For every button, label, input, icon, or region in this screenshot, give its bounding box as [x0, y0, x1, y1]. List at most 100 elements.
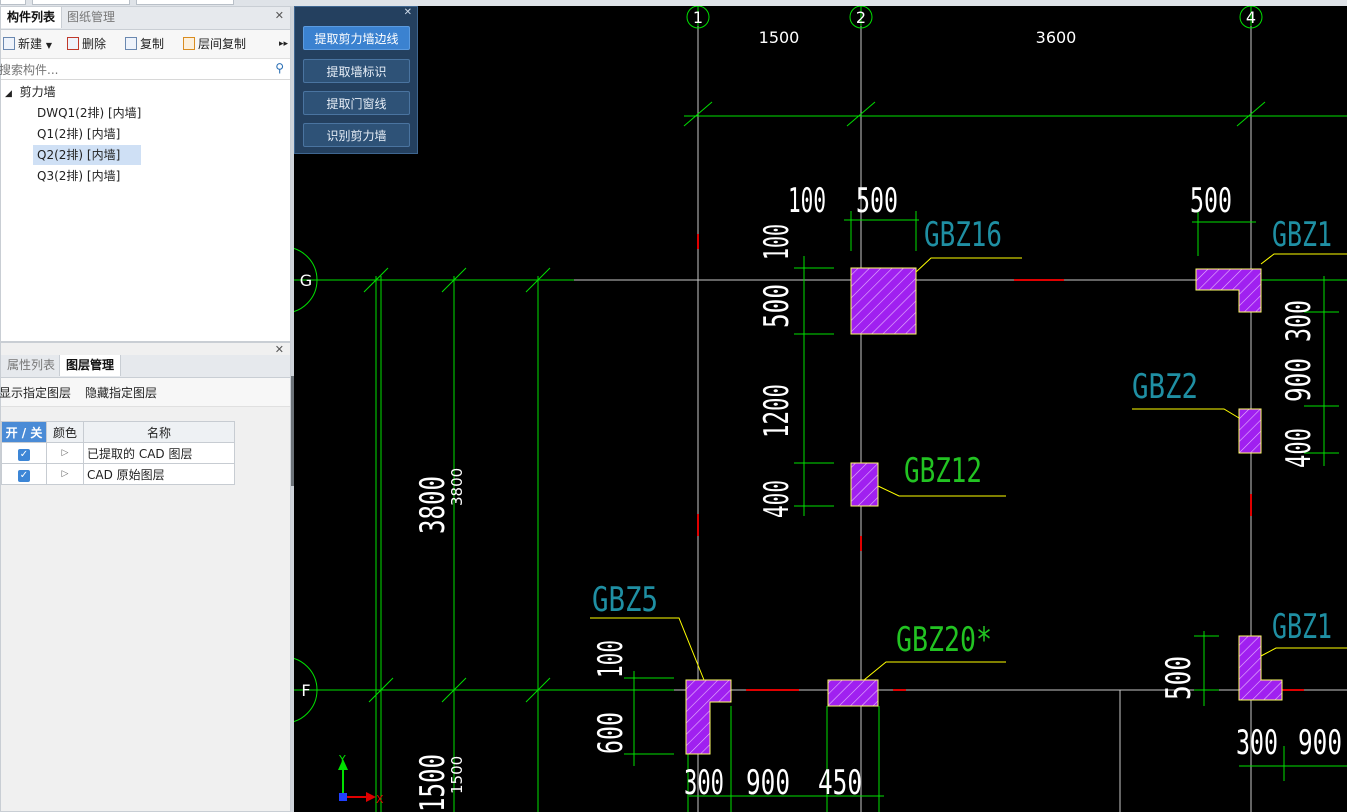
search-icon[interactable]: ⚲: [275, 61, 284, 75]
tab-drawing-management[interactable]: 图纸管理: [61, 7, 121, 28]
identify-shear-wall-button[interactable]: 识别剪力墙: [303, 123, 410, 147]
search-input[interactable]: [0, 60, 271, 79]
checkbox-icon[interactable]: ✓: [18, 448, 30, 461]
layer-panel-tabs: 属性列表 图层管理 ✕: [1, 343, 290, 378]
tree-item-selected[interactable]: Q2(2排) [内墙]: [33, 145, 141, 165]
axis-bubble-label: 1: [693, 8, 703, 27]
dimension-text: 3600: [1036, 28, 1077, 47]
copy-icon: [125, 37, 137, 50]
component-panel: 构件列表 图纸管理 ✕ 新建 ▼ 删除 复制 层间复制 ▸▸ ⚲ ◢ 剪力墙 D…: [0, 6, 291, 342]
top-strip-segment: [0, 0, 26, 5]
wall-label: GBZ1: [1272, 607, 1332, 647]
dimension-text: 100: [757, 224, 797, 260]
tree-item[interactable]: Q3(2排) [内墙]: [33, 166, 124, 186]
dimension-text: 1500: [759, 28, 800, 47]
new-button[interactable]: 新建 ▼: [3, 35, 52, 53]
wall-label: GBZ20*: [896, 620, 992, 660]
col-onoff: 开 / 关: [1, 421, 47, 443]
dimension-text: 450: [818, 763, 862, 803]
ucs-y-label: Y: [338, 753, 346, 766]
wall-recognition-panel: ✕ 提取剪力墙边线 提取墙标识 提取门窗线 识别剪力墙: [294, 6, 418, 154]
col-color: 颜色: [46, 421, 84, 443]
floor-copy-icon: [183, 37, 195, 50]
dimension-text: 300: [1236, 723, 1278, 763]
expand-icon[interactable]: ◢: [5, 89, 12, 99]
floor-copy-label: 层间复制: [198, 37, 247, 51]
cad-drawing[interactable]: 1 2 4 G F 1500 3600 GBZ16 GBZ1 GBZ2 GBZ1…: [294, 6, 1347, 812]
dimension-text: 900: [1298, 723, 1342, 763]
floor-copy-button[interactable]: 层间复制: [183, 35, 246, 53]
dimension-text: 500: [757, 284, 797, 328]
cad-canvas[interactable]: 1 2 4 G F 1500 3600 GBZ16 GBZ1 GBZ2 GBZ1…: [294, 6, 1347, 812]
column-gbz2: [1238, 408, 1262, 454]
dimension-text: 500: [1190, 181, 1232, 221]
axis-bubbles: [294, 6, 1263, 722]
component-panel-tabs: 构件列表 图纸管理 ✕: [1, 7, 290, 30]
chevron-down-icon[interactable]: ▼: [46, 41, 52, 50]
dimension-text: 900: [746, 763, 790, 803]
close-icon[interactable]: ✕: [275, 9, 284, 22]
column-gbz1-top: [1195, 268, 1262, 313]
hide-layer-button[interactable]: 隐藏指定图层: [85, 384, 157, 401]
search-bar: ⚲: [0, 59, 290, 80]
dimension-text: 1200: [757, 384, 797, 438]
layer-table: 开 / 关 颜色 名称 ✓ ▷ 已提取的 CAD 图层 ✓ ▷ CAD 原始图层: [1, 421, 235, 485]
copy-label: 复制: [140, 37, 165, 51]
dimension-text: 900: [1279, 358, 1319, 402]
dimension-text: 600: [591, 712, 631, 754]
axis-bubble-label: 4: [1246, 8, 1256, 27]
copy-button[interactable]: 复制: [125, 35, 164, 53]
delete-button[interactable]: 删除: [67, 35, 106, 53]
vertical-label: 1500: [413, 754, 453, 812]
tab-layer-management[interactable]: 图层管理: [59, 355, 122, 376]
layer-row[interactable]: ✓ ▷ 已提取的 CAD 图层: [1, 442, 235, 464]
ucs-x-label: X: [376, 793, 384, 806]
column-gbz16: [850, 267, 917, 335]
dimension-text: 400: [757, 480, 797, 518]
axis-bubble-label: G: [300, 271, 312, 290]
extract-door-window-button[interactable]: 提取门窗线: [303, 91, 410, 115]
vertical-label: 3800: [413, 476, 453, 534]
layer-color[interactable]: ▷: [46, 463, 84, 485]
extract-wall-label-button[interactable]: 提取墙标识: [303, 59, 410, 83]
wall-label: GBZ2: [1132, 367, 1198, 407]
column-gbz5: [685, 679, 732, 755]
wall-label: GBZ5: [592, 580, 658, 620]
tab-component-list[interactable]: 构件列表: [1, 7, 63, 28]
dimension-text: 300: [684, 763, 724, 803]
col-name: 名称: [83, 421, 235, 443]
layer-name: CAD 原始图层: [83, 463, 235, 485]
close-icon[interactable]: ✕: [275, 343, 284, 356]
tree-root[interactable]: ◢ 剪力墙: [5, 82, 56, 102]
wall-label: GBZ12: [904, 451, 982, 491]
axis-bubble-label: F: [301, 681, 310, 700]
more-icon[interactable]: ▸▸: [279, 35, 288, 53]
dimension-text: 100: [788, 181, 826, 221]
layer-panel: 属性列表 图层管理 ✕ 显示指定图层 隐藏指定图层 开 / 关 颜色 名称 ✓ …: [0, 342, 291, 812]
tree-item[interactable]: DWQ1(2排) [内墙]: [33, 103, 145, 123]
extract-wall-edge-button[interactable]: 提取剪力墙边线: [303, 26, 410, 50]
layer-row[interactable]: ✓ ▷ CAD 原始图层: [1, 463, 235, 485]
layer-name: 已提取的 CAD 图层: [83, 442, 235, 464]
tree-item[interactable]: Q1(2排) [内墙]: [33, 124, 124, 144]
dimension-text: 300: [1279, 300, 1319, 342]
tab-properties[interactable]: 属性列表: [1, 355, 61, 376]
layer-toggle[interactable]: ✓: [1, 463, 47, 485]
column-gbz20: [827, 679, 879, 707]
layer-toggle[interactable]: ✓: [1, 442, 47, 464]
delete-icon: [67, 37, 79, 50]
vertical-label: 1500: [448, 756, 466, 794]
vertical-label: 3800: [448, 468, 466, 506]
wall-label: GBZ1: [1272, 215, 1332, 255]
close-icon[interactable]: ✕: [404, 7, 412, 18]
dimension-text: 500: [1159, 656, 1199, 700]
layer-table-header: 开 / 关 颜色 名称: [1, 421, 235, 443]
layer-color[interactable]: ▷: [46, 442, 84, 464]
top-strip-segment: [136, 0, 234, 5]
dimension-text: 400: [1279, 428, 1319, 468]
component-toolbar: 新建 ▼ 删除 复制 层间复制 ▸▸: [1, 30, 290, 59]
wall-label: GBZ16: [924, 215, 1002, 255]
left-dock: 构件列表 图纸管理 ✕ 新建 ▼ 删除 复制 层间复制 ▸▸ ⚲ ◢ 剪力墙 D…: [0, 6, 291, 812]
show-layer-button[interactable]: 显示指定图层: [0, 384, 71, 401]
checkbox-icon[interactable]: ✓: [18, 469, 30, 482]
